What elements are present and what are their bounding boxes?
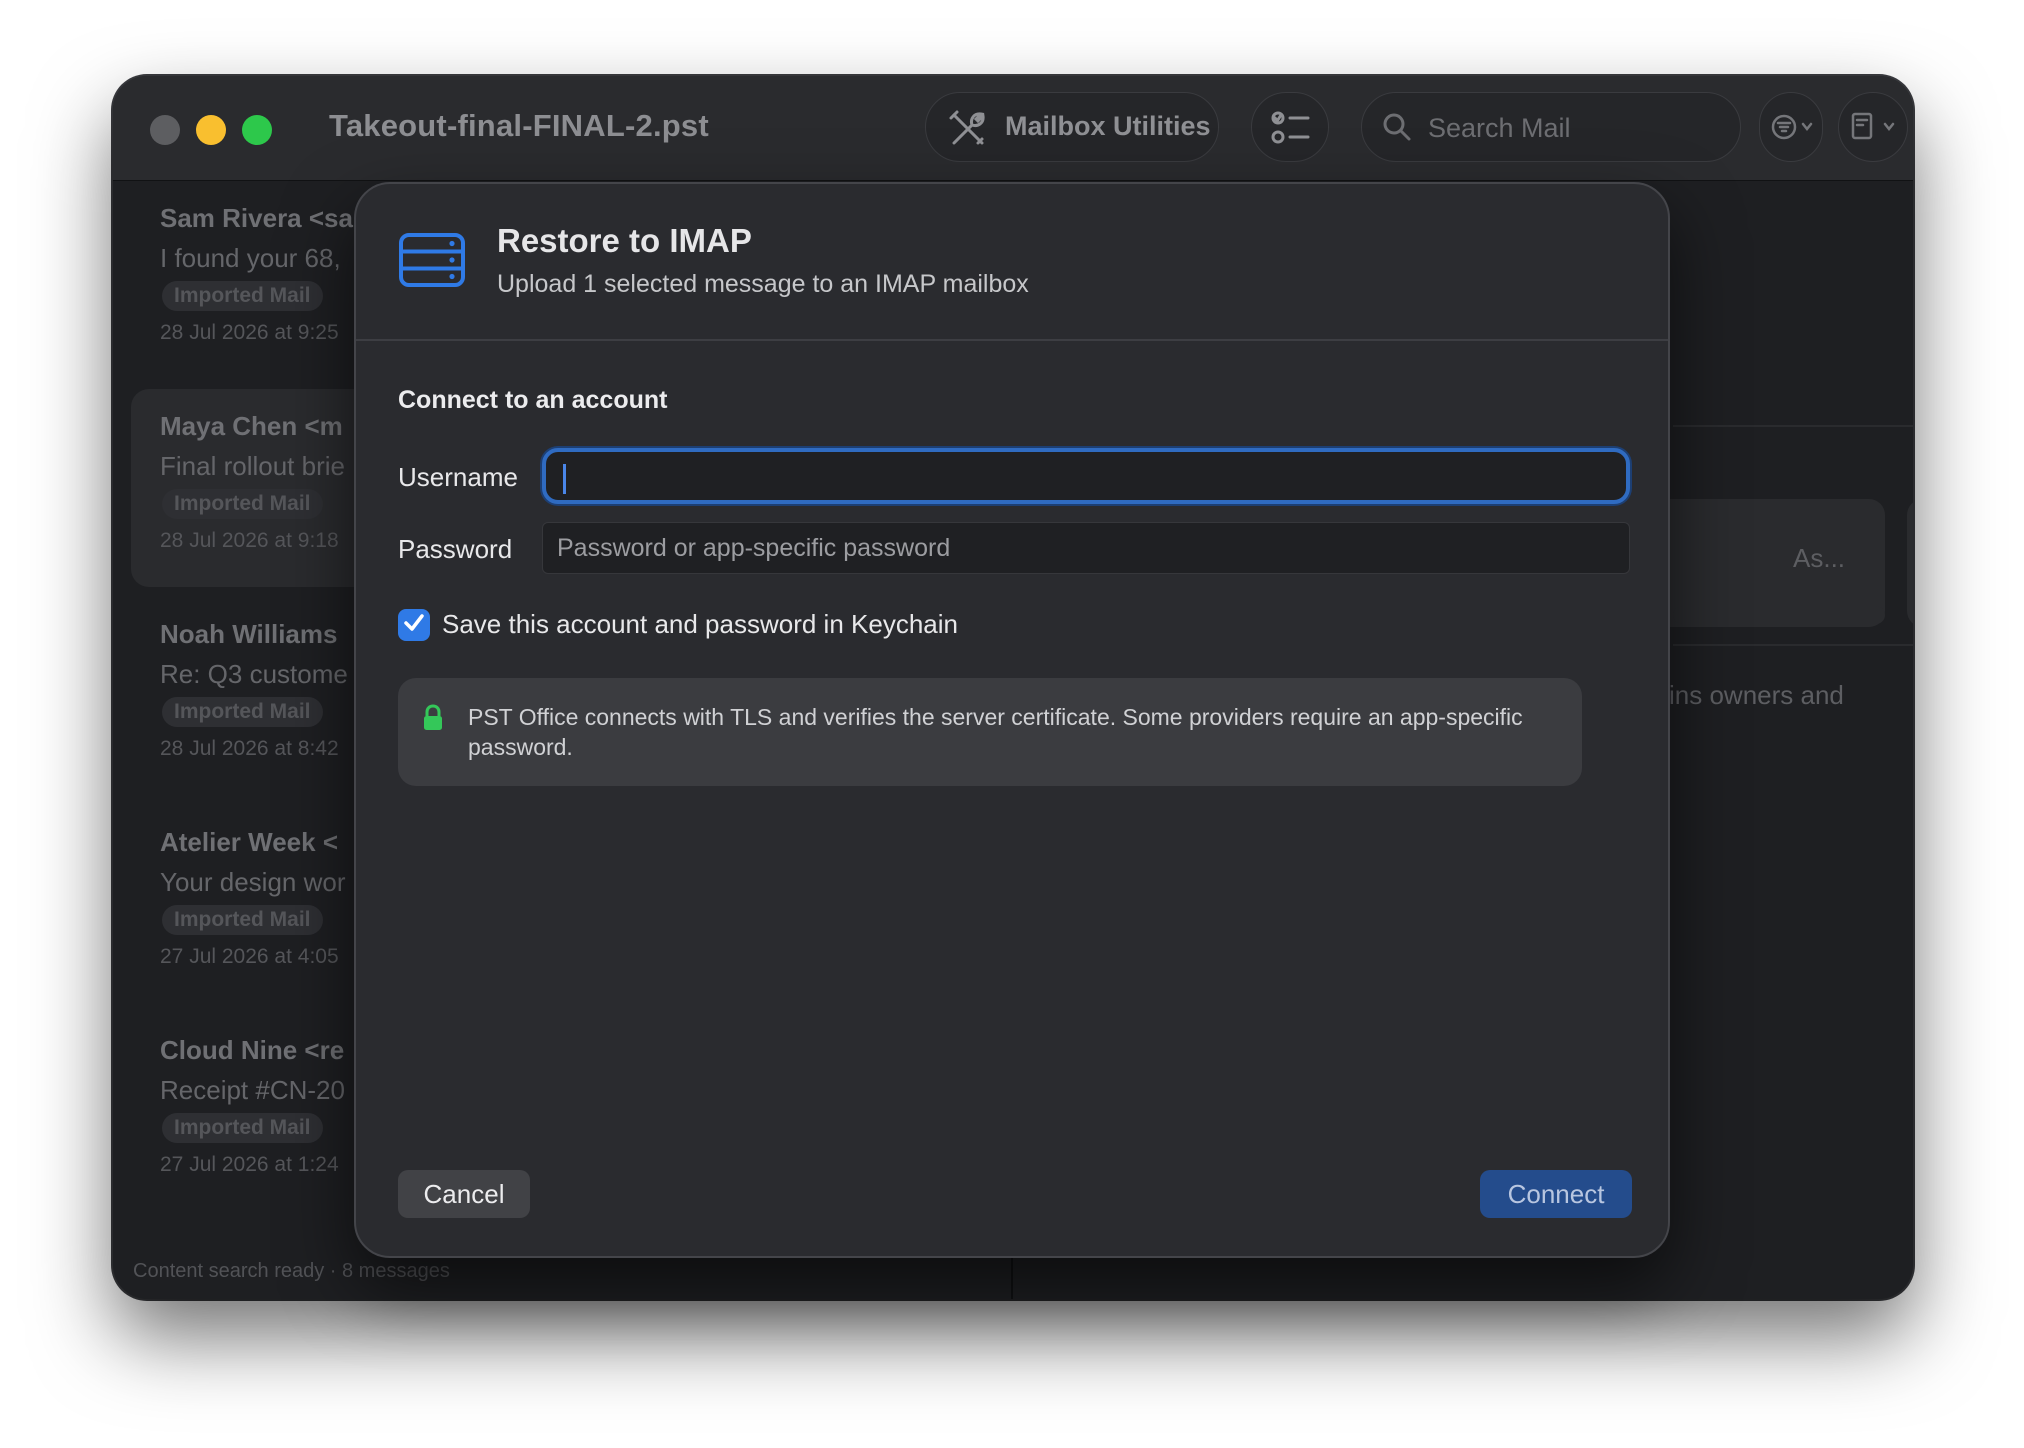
restore-imap-dialog: Restore to IMAP Upload 1 selected messag… — [354, 182, 1670, 1258]
attachment-label: As... — [1793, 543, 1846, 573]
header-divider — [356, 339, 1668, 341]
status-bar: Content search ready · 8 messages — [133, 1260, 450, 1282]
subject: Receipt #CN-20 — [160, 1075, 345, 1105]
checklist-icon — [1270, 109, 1312, 152]
mailbox-badge: Imported Mail — [162, 697, 323, 727]
search-field[interactable]: Search Mail — [1361, 92, 1741, 162]
connect-button[interactable]: Connect — [1480, 1170, 1632, 1218]
minimize-window-button[interactable] — [196, 115, 226, 145]
sender: Sam Rivera <sa — [160, 203, 353, 233]
filter-menu-button[interactable] — [1759, 92, 1823, 162]
zoom-window-button[interactable] — [242, 115, 272, 145]
dialog-title: Restore to IMAP — [497, 222, 752, 259]
security-info-text: PST Office connects with TLS and verifie… — [468, 704, 1523, 760]
sender: Atelier Week < — [160, 827, 339, 857]
subject: Your design wor — [160, 867, 346, 897]
view-icon — [1849, 111, 1899, 148]
search-placeholder: Search Mail — [1428, 113, 1571, 143]
server-icon — [398, 232, 466, 293]
mailbox-badge: Imported Mail — [162, 1113, 323, 1143]
sender: Noah Williams — [160, 619, 338, 649]
detail-divider — [1673, 425, 1913, 427]
checklist-button[interactable] — [1251, 92, 1329, 162]
subject: Final rollout brie — [160, 451, 345, 481]
security-info-box: PST Office connects with TLS and verifie… — [398, 678, 1582, 786]
search-icon — [1382, 112, 1412, 147]
date: 28 Jul 2026 at 9:18 — [160, 529, 339, 552]
username-field[interactable] — [542, 448, 1630, 504]
text-caret — [563, 464, 566, 494]
detail-divider — [1673, 644, 1913, 646]
mailbox-badge: Imported Mail — [162, 281, 323, 311]
password-label: Password — [398, 534, 513, 564]
section-title: Connect to an account — [398, 386, 668, 414]
date: 27 Jul 2026 at 4:05 — [160, 945, 339, 968]
password-field[interactable] — [542, 522, 1630, 574]
view-menu-button[interactable] — [1838, 92, 1908, 162]
mailbox-badge: Imported Mail — [162, 905, 323, 935]
date: 28 Jul 2026 at 9:25 — [160, 321, 339, 344]
tools-icon — [946, 107, 990, 156]
message-body: ins owners and — [1669, 680, 1844, 710]
checkmark-icon — [402, 611, 426, 640]
window-title: Takeout-final-FINAL-2.pst — [329, 108, 709, 143]
keychain-checkbox[interactable] — [398, 609, 430, 641]
mailbox-badge: Imported Mail — [162, 489, 323, 519]
titlebar: Takeout-final-FINAL-2.pst Mailbox Utilit… — [113, 76, 1913, 181]
attachment-card[interactable]: C 42 — [1907, 499, 1913, 627]
sender: Cloud Nine <re — [160, 1035, 345, 1065]
date: 28 Jul 2026 at 8:42 — [160, 737, 339, 760]
cancel-button[interactable]: Cancel — [398, 1170, 530, 1218]
sender: Maya Chen <m — [160, 411, 343, 441]
subject: I found your 68, — [160, 243, 341, 273]
mailbox-utilities-label: Mailbox Utilities — [1005, 111, 1211, 141]
date: 27 Jul 2026 at 1:24 — [160, 1153, 339, 1176]
dialog-subtitle: Upload 1 selected message to an IMAP mai… — [497, 270, 1029, 298]
filter-icon — [1770, 112, 1816, 147]
attachment-progress — [1673, 606, 1885, 624]
subject: Re: Q3 custome — [160, 659, 348, 689]
mailbox-utilities-button[interactable]: Mailbox Utilities — [925, 92, 1219, 162]
lock-icon — [422, 704, 444, 737]
close-window-button[interactable] — [150, 115, 180, 145]
username-label: Username — [398, 462, 518, 492]
keychain-label[interactable]: Save this account and password in Keycha… — [442, 609, 958, 640]
